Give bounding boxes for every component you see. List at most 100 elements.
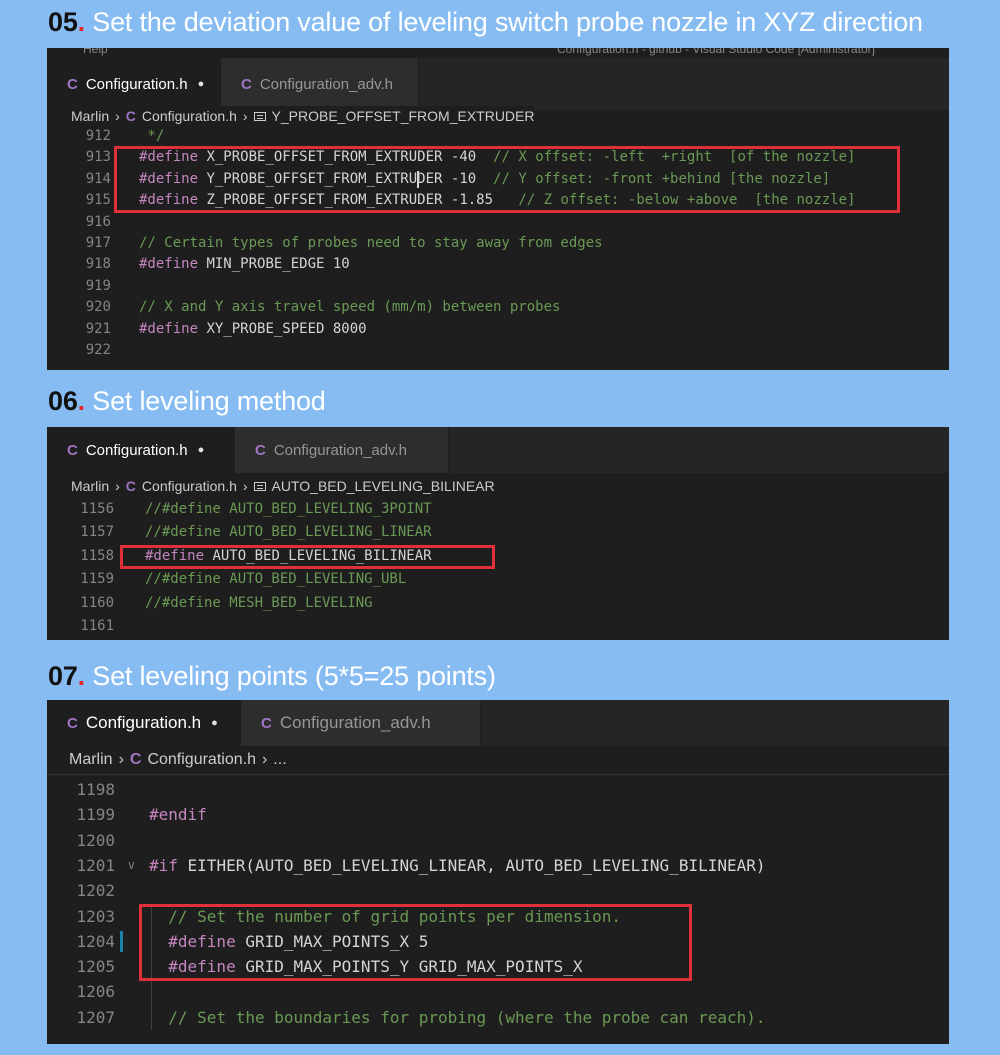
code-line[interactable]: 1159 //#define AUTO_BED_LEVELING_UBL xyxy=(47,568,949,591)
line-number: 922 xyxy=(85,342,111,358)
c-file-icon: C xyxy=(255,441,266,459)
line-number: 921 xyxy=(85,320,111,337)
tab-configuration-h[interactable]: C Configuration.h ● xyxy=(47,427,235,473)
breadcrumb-root[interactable]: Marlin xyxy=(71,108,109,124)
line-number: 915 xyxy=(85,192,111,209)
code-line[interactable]: 916 xyxy=(47,212,949,233)
code-area[interactable]: 1198 1199 #endif 1200 1201 #if EITHER(AUTO_BE… xyxy=(47,777,949,1044)
tab-configuration-adv-h[interactable]: C Configuration_adv.h xyxy=(221,58,419,110)
tab-label: Configuration_adv.h xyxy=(279,713,431,732)
section-number: 07 xyxy=(48,661,78,691)
line-number: 1156 xyxy=(80,501,114,517)
menu-help[interactable]: Help xyxy=(83,48,108,56)
line-number: 1200 xyxy=(76,830,115,850)
tab-configuration-adv-h[interactable]: C Configuration_adv.h xyxy=(235,427,449,473)
code-line[interactable]: 1205 #define GRID_MAX_POINTS_Y GRID_MAX_… xyxy=(47,954,949,979)
code-line[interactable]: 917 // Certain types of probes need to st… xyxy=(47,233,949,254)
breadcrumb-symbol[interactable]: Y_PROBE_OFFSET_FROM_EXTRUDER xyxy=(272,108,535,124)
code-text: //#define AUTO_BED_LEVELING_3POINT xyxy=(145,501,432,517)
code-line[interactable]: 1206 xyxy=(47,979,949,1004)
line-number: 1204 xyxy=(76,931,115,951)
tab-configuration-adv-h[interactable]: C Configuration_adv.h xyxy=(241,700,481,746)
fold-chevron-icon[interactable]: ∨ xyxy=(127,858,136,872)
section-number: 06 xyxy=(48,386,78,416)
line-number: 1201 xyxy=(76,855,115,875)
window-title-bar: Help Configuration.h - github - Visual S… xyxy=(47,48,949,58)
line-number: 1198 xyxy=(76,780,115,799)
code-line[interactable]: 915 #define Z_PROBE_OFFSET_FROM_EXTRUDER … xyxy=(47,190,949,211)
line-number: 913 xyxy=(85,149,111,166)
code-line[interactable]: 1156 //#define AUTO_BED_LEVELING_3POINT xyxy=(47,498,949,521)
code-line[interactable]: 918 #define MIN_PROBE_EDGE 10 xyxy=(47,254,949,275)
chevron-right-icon: › xyxy=(115,478,120,494)
line-number: 914 xyxy=(85,170,111,187)
line-number: 1157 xyxy=(80,524,114,541)
line-number: 917 xyxy=(85,235,111,251)
code-line[interactable]: 1161 xyxy=(47,615,949,638)
code-text: #define Y_PROBE_OFFSET_FROM_EXTRUDER -10… xyxy=(139,170,831,187)
breadcrumb: Marlin › C Configuration.h › Y_PROBE_OFF… xyxy=(47,106,535,126)
breadcrumb-file[interactable]: Configuration.h xyxy=(147,751,256,769)
code-line[interactable]: 1201 #if EITHER(AUTO_BED_LEVELING_LINEAR,… xyxy=(47,853,949,878)
code-line[interactable]: 1198 xyxy=(47,777,949,802)
code-text: #define XY_PROBE_SPEED 8000 xyxy=(139,320,367,337)
code-line[interactable]: 1203 // Set the number of grid points pe… xyxy=(47,904,949,929)
code-line[interactable]: 1202 xyxy=(47,878,949,903)
code-text: // Set the number of grid points per dim… xyxy=(149,906,622,926)
code-text: //#define MESH_BED_LEVELING xyxy=(145,594,373,611)
code-line[interactable]: 1207 // Set the boundaries for probing (… xyxy=(47,1005,949,1030)
code-text: #define Z_PROBE_OFFSET_FROM_EXTRUDER -1.… xyxy=(139,192,856,209)
breadcrumb-symbol[interactable]: ... xyxy=(273,751,286,769)
editor-tab-bar: C Configuration.h ● C Configuration_adv.… xyxy=(47,427,949,473)
breadcrumb-symbol[interactable]: AUTO_BED_LEVELING_BILINEAR xyxy=(272,478,495,494)
code-area[interactable]: 912 */ 913 #define X_PROBE_OFFSET_FROM_EXT… xyxy=(47,126,949,370)
code-line[interactable]: 919 xyxy=(47,276,949,297)
section-05-heading: 05. Set the deviation value of leveling … xyxy=(48,7,923,37)
tab-label: Configuration_adv.h xyxy=(273,441,407,459)
code-text: #if EITHER(AUTO_BED_LEVELING_LINEAR, AUT… xyxy=(149,855,766,875)
line-number: 1160 xyxy=(80,594,114,611)
chevron-right-icon: › xyxy=(242,108,248,124)
code-text: //#define AUTO_BED_LEVELING_UBL xyxy=(145,571,407,588)
line-number: 912 xyxy=(85,128,111,144)
breadcrumb-file[interactable]: Configuration.h xyxy=(142,108,237,124)
code-line[interactable]: 1200 xyxy=(47,828,949,853)
code-line[interactable]: 922 xyxy=(47,340,949,361)
code-line[interactable]: 921 #define XY_PROBE_SPEED 8000 xyxy=(47,319,949,340)
code-text: #define GRID_MAX_POINTS_Y GRID_MAX_POINT… xyxy=(149,957,583,977)
breadcrumb-root[interactable]: Marlin xyxy=(69,751,113,769)
window-title: Configuration.h - github - Visual Studio… xyxy=(557,48,875,56)
indent-guide xyxy=(151,903,152,1030)
tab-configuration-h[interactable]: C Configuration.h ● xyxy=(47,58,221,110)
code-text: #define X_PROBE_OFFSET_FROM_EXTRUDER -40… xyxy=(139,149,856,166)
code-line[interactable]: 1204 #define GRID_MAX_POINTS_X 5 xyxy=(47,929,949,954)
symbol-icon xyxy=(253,111,266,121)
code-line[interactable]: 914 #define Y_PROBE_OFFSET_FROM_EXTRUDER … xyxy=(47,169,949,190)
code-line[interactable]: 913 #define X_PROBE_OFFSET_FROM_EXTRUDER … xyxy=(47,147,949,168)
c-file-icon: C xyxy=(125,108,136,124)
code-line[interactable]: 1157 //#define AUTO_BED_LEVELING_LINEAR xyxy=(47,521,949,544)
c-file-icon: C xyxy=(67,441,78,459)
code-line[interactable]: 920 // X and Y axis travel speed (mm/m) b… xyxy=(47,297,949,318)
breadcrumb-file[interactable]: Configuration.h xyxy=(142,478,237,494)
tab-configuration-h[interactable]: C Configuration.h ● xyxy=(47,700,241,746)
tab-label: Configuration_adv.h xyxy=(259,75,393,93)
code-text: #define MIN_PROBE_EDGE 10 xyxy=(139,256,350,273)
breadcrumb-root[interactable]: Marlin xyxy=(71,478,109,494)
code-editor-05: Help Configuration.h - github - Visual S… xyxy=(47,48,949,370)
code-line[interactable]: 1158 #define AUTO_BED_LEVELING_BILINEAR xyxy=(47,545,949,568)
code-area[interactable]: 1156//#define AUTO_BED_LEVELING_3POINT 11… xyxy=(47,498,949,640)
section-title: Set leveling method xyxy=(92,386,326,416)
unsaved-dot-icon: ● xyxy=(197,78,205,90)
code-line[interactable]: 1199 #endif xyxy=(47,802,949,827)
section-title: Set leveling points (5*5=25 points) xyxy=(92,661,496,691)
code-text: #endif xyxy=(149,805,207,825)
line-number: 1161 xyxy=(80,618,114,634)
code-editor-07: C Configuration.h ● C Configuration_adv.… xyxy=(47,700,949,1044)
code-text: */ xyxy=(139,128,165,144)
modified-line-marker xyxy=(120,930,123,953)
code-line[interactable]: 912 */ xyxy=(47,126,949,147)
breadcrumb: Marlin › C Configuration.h › AUTO_BED_LE… xyxy=(47,475,495,497)
code-line[interactable]: 1160 //#define MESH_BED_LEVELING xyxy=(47,592,949,615)
code-text: #define GRID_MAX_POINTS_X 5 xyxy=(149,931,429,951)
